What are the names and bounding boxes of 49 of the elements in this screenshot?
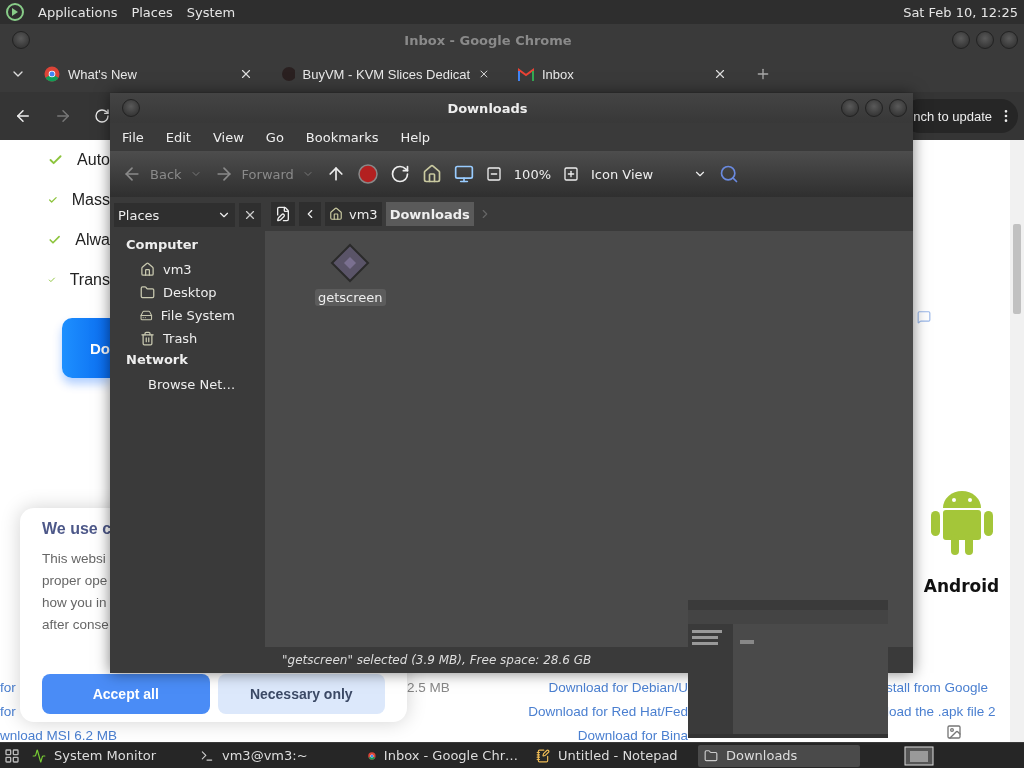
- zoom-level: 100%: [513, 166, 551, 182]
- sidebar-item[interactable]: File System: [114, 304, 261, 327]
- feature-text: Auto: [77, 151, 110, 169]
- taskbar-item[interactable]: vm3@vm3:~: [194, 744, 356, 767]
- dialog-title: We use c: [42, 520, 112, 538]
- window-title: Downloads: [446, 100, 529, 116]
- menu-item[interactable]: Help: [400, 129, 431, 145]
- path-button[interactable]: Downloads: [385, 202, 474, 226]
- panel-menu[interactable]: Places: [131, 4, 173, 20]
- places-selector[interactable]: Places: [114, 203, 235, 227]
- path-button[interactable]: vm3: [325, 202, 382, 226]
- panel-menu[interactable]: Applications: [38, 4, 118, 20]
- sidebar-item[interactable]: Trash: [114, 327, 261, 350]
- platform-title: Android: [923, 576, 1000, 596]
- taskbar-item[interactable]: Downloads: [698, 744, 860, 767]
- download-link[interactable]: for: [0, 700, 16, 724]
- taskbar-item[interactable]: Inbox - Google Chr…: [362, 744, 524, 767]
- window-title: Inbox - Google Chrome: [403, 32, 573, 48]
- browser-tab[interactable]: Inbox: [500, 58, 737, 90]
- feature-text: Mass: [71, 191, 110, 209]
- download-link[interactable]: for: [0, 676, 16, 700]
- menu-item[interactable]: View: [212, 129, 244, 145]
- status-text: "getscreen" selected (3.9 MB), Free space: 28.6 GB: [282, 653, 592, 667]
- sidebar-item[interactable]: vm3: [114, 258, 261, 281]
- sidebar-item[interactable]: Browse Net…: [114, 373, 261, 396]
- browser-tab[interactable]: BuyVM - KVM Slices Dedicat: [263, 58, 500, 90]
- consent-button[interactable]: Necessary only: [217, 674, 385, 714]
- clock: Sat Feb 10, 12:25: [903, 4, 1018, 20]
- browser-tab[interactable]: What's New: [26, 58, 263, 90]
- menu-item[interactable]: File: [122, 129, 144, 145]
- dialog-text: This websi: [42, 550, 106, 568]
- menu-item[interactable]: Go: [265, 129, 284, 145]
- download-link[interactable]: Download for Red Hat/Fed: [528, 700, 688, 724]
- menu-item[interactable]: Bookmarks: [305, 129, 379, 145]
- section-heading: Network: [125, 351, 189, 369]
- sidebar-item[interactable]: Desktop: [114, 281, 261, 304]
- file-name[interactable]: getscreen: [315, 289, 386, 306]
- dialog-text: after conse: [42, 616, 109, 634]
- panel-menu[interactable]: System: [186, 4, 236, 20]
- feature-text: Trans: [69, 271, 110, 289]
- download-button[interactable]: Do: [62, 318, 110, 378]
- section-heading: Computer: [125, 236, 200, 254]
- menu-item[interactable]: Edit: [165, 129, 191, 145]
- dialog-text: proper ope: [42, 572, 108, 590]
- feature-text: Alwa: [75, 231, 110, 249]
- view-selector[interactable]: Icon View: [591, 166, 708, 182]
- download-link[interactable]: Download for Debian/U: [548, 676, 688, 700]
- dialog-text: how you in: [42, 594, 107, 612]
- file-size: 2.5 MB: [407, 679, 450, 697]
